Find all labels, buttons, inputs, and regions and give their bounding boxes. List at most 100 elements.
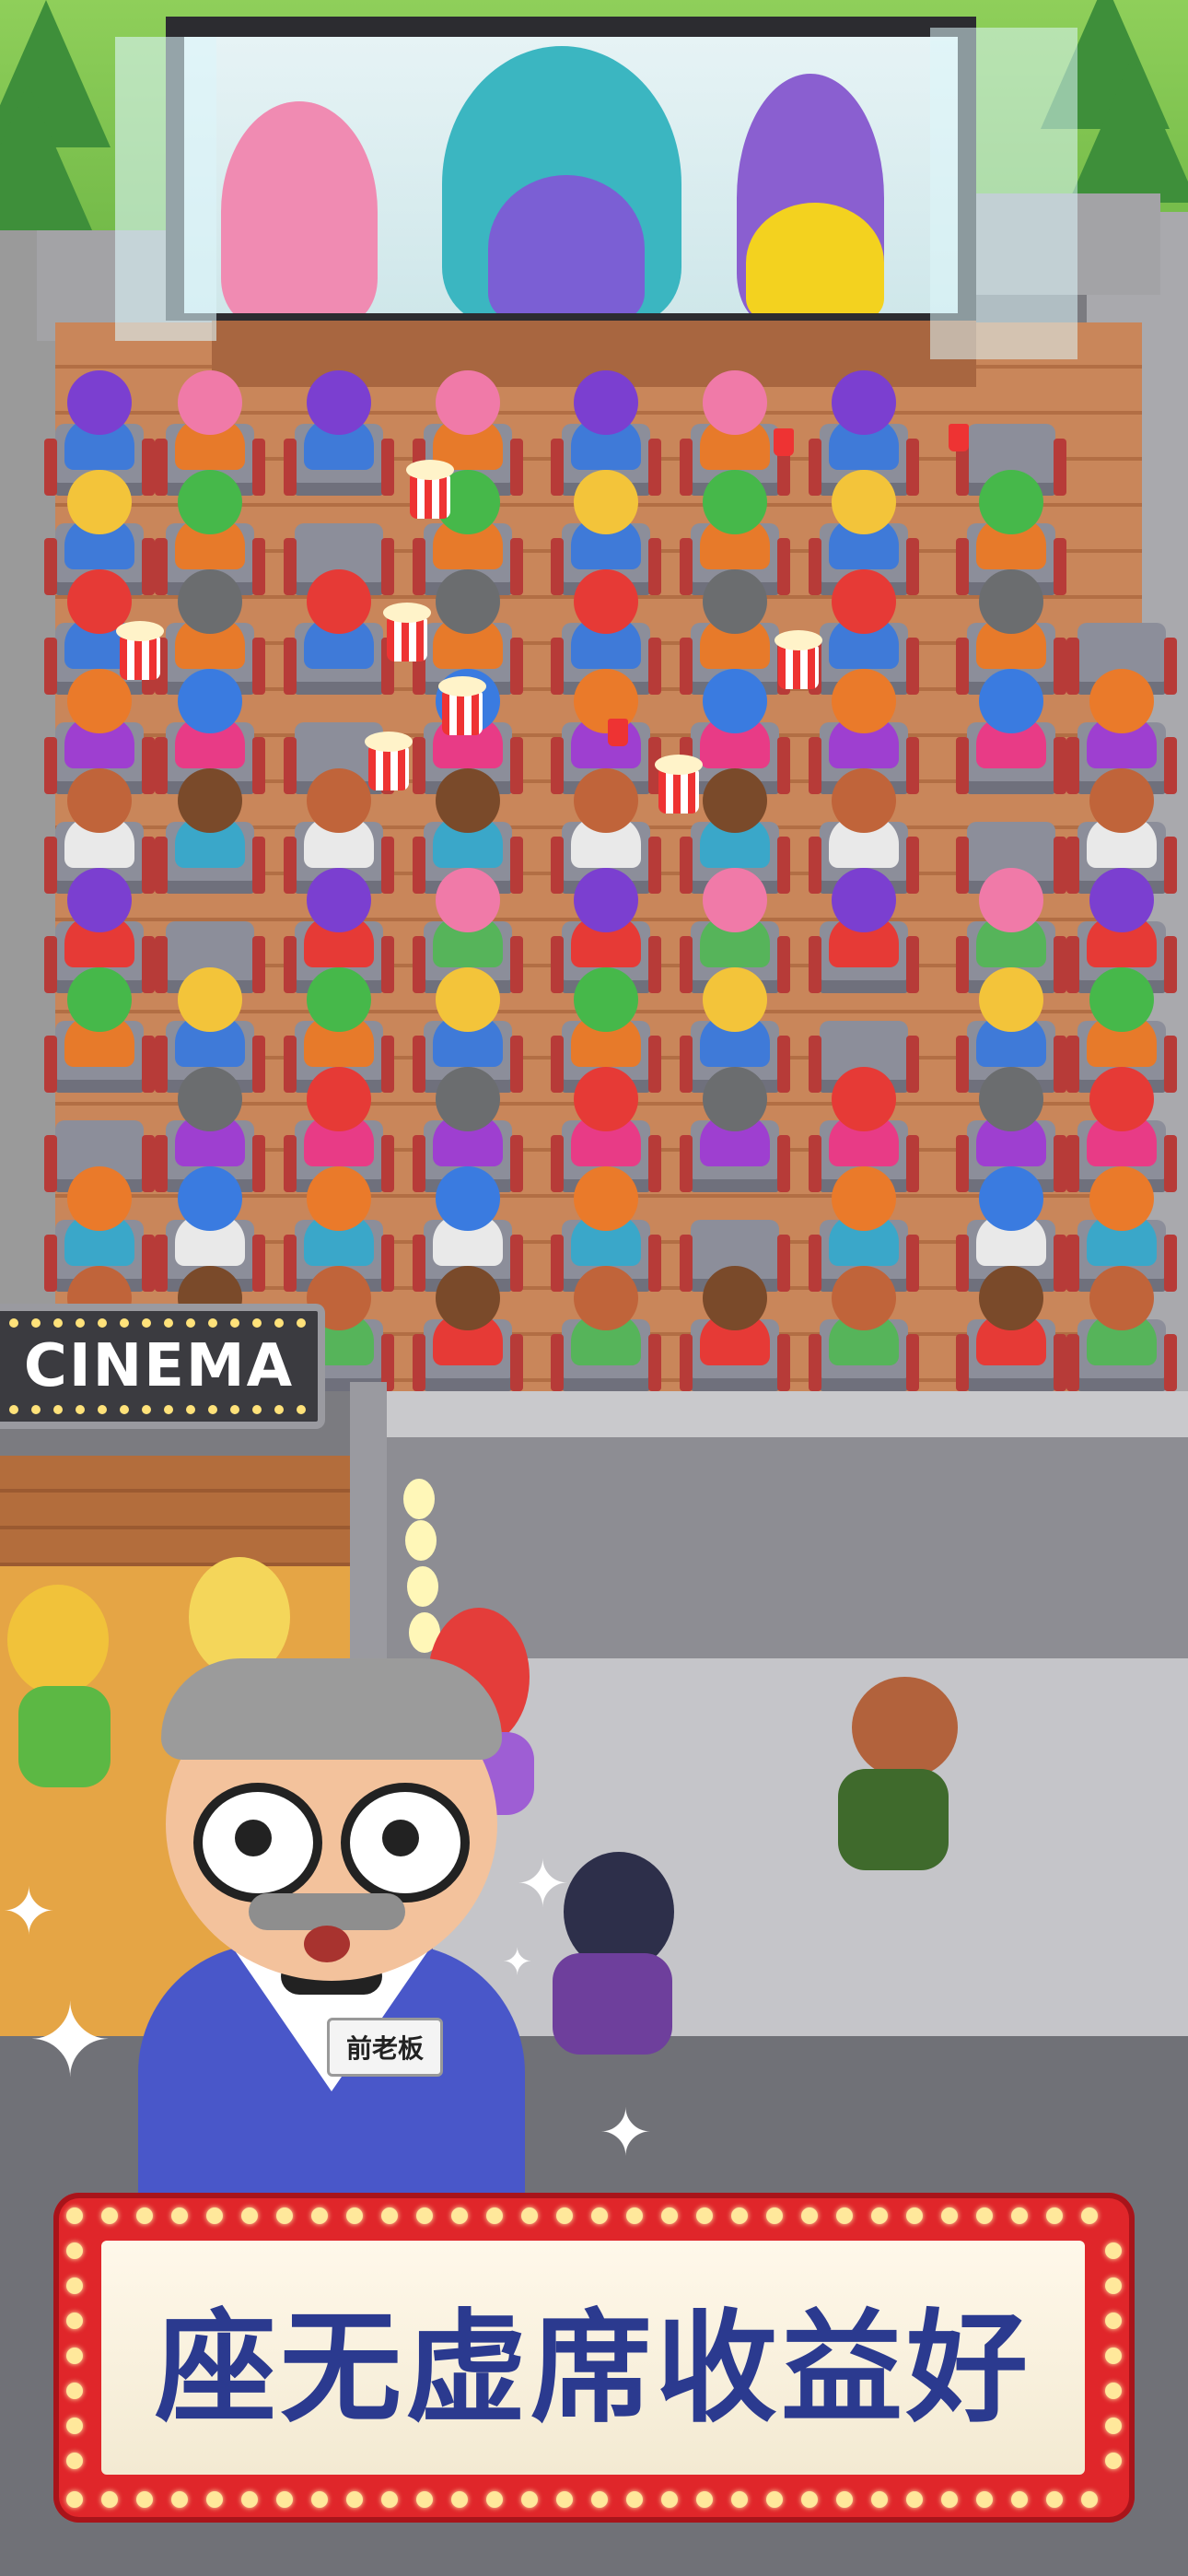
sign-bulb: [31, 1405, 41, 1414]
sparkle-icon: ✦: [2, 1874, 56, 1950]
audience-head: [178, 768, 242, 833]
banner-panel: 座无虚席收益好: [101, 2241, 1085, 2475]
audience-head: [979, 669, 1043, 733]
sign-bulb: [252, 1318, 262, 1328]
lamp-icon: [405, 1520, 437, 1561]
audience-head: [832, 470, 896, 534]
audience-head: [703, 1067, 767, 1131]
audience-head: [307, 1067, 371, 1131]
sign-bulb: [76, 1405, 85, 1414]
audience-head: [1089, 669, 1154, 733]
audience-head: [703, 569, 767, 634]
sparkle-icon: ✦: [516, 1846, 570, 1922]
sign-bulb: [53, 1405, 63, 1414]
lobby-wood-panel: [0, 1456, 387, 1566]
audience-head: [979, 470, 1043, 534]
popcorn-bucket-icon: [438, 676, 486, 735]
sign-bulb: [297, 1405, 306, 1414]
sign-bulb: [120, 1405, 129, 1414]
audience-head: [703, 470, 767, 534]
audience-head: [307, 569, 371, 634]
popcorn-bucket-icon: [383, 603, 431, 662]
banner-slogan: 座无虚席收益好: [155, 2297, 1031, 2440]
sign-bulb: [186, 1405, 195, 1414]
audience-head: [307, 370, 371, 435]
mascot-name-badge: 前老板: [327, 2018, 443, 2077]
sign-bulb: [274, 1405, 284, 1414]
audience-head: [1089, 1166, 1154, 1231]
audience-head: [703, 1266, 767, 1330]
lobby-wall-cap: [368, 1391, 1188, 1437]
visitor-head: [852, 1677, 958, 1778]
sign-bulb: [297, 1318, 306, 1328]
popcorn-bucket-icon: [116, 621, 164, 680]
audience-head: [574, 669, 638, 733]
audience-head: [178, 370, 242, 435]
audience-head: [436, 967, 500, 1032]
audience-head: [703, 868, 767, 932]
audience-head: [436, 1166, 500, 1231]
sign-bulb: [142, 1405, 151, 1414]
audience-head: [832, 370, 896, 435]
mascot-eye: [235, 1820, 272, 1856]
audience-head: [574, 967, 638, 1032]
soda-cup-icon: [949, 424, 969, 451]
audience-head: [436, 569, 500, 634]
audience-head: [979, 1266, 1043, 1330]
audience-head: [307, 768, 371, 833]
lamp-icon: [407, 1566, 438, 1607]
audience-head: [178, 569, 242, 634]
audience-head: [436, 768, 500, 833]
sign-bulb: [208, 1318, 217, 1328]
audience-head: [703, 370, 767, 435]
audience-head: [574, 1067, 638, 1131]
audience-head: [832, 669, 896, 733]
audience-head: [979, 1067, 1043, 1131]
mascot-eye: [382, 1820, 419, 1856]
audience-head: [979, 967, 1043, 1032]
audience-head: [574, 569, 638, 634]
audience-head: [307, 967, 371, 1032]
audience-head: [832, 768, 896, 833]
audience-head: [67, 967, 132, 1032]
popcorn-bucket-icon: [775, 630, 822, 689]
grandpa-mascot: 前老板: [74, 1640, 589, 2220]
sign-bulb: [98, 1318, 107, 1328]
audience-head: [436, 370, 500, 435]
audience-head: [1089, 868, 1154, 932]
sign-post: [350, 1382, 387, 1677]
popcorn-bucket-icon: [365, 732, 413, 790]
audience-head: [703, 967, 767, 1032]
audience-head: [703, 768, 767, 833]
lamp-icon: [403, 1479, 435, 1519]
sign-bulb: [120, 1318, 129, 1328]
audience-head: [436, 1067, 500, 1131]
sign-bulb: [164, 1405, 173, 1414]
audience-head: [574, 1266, 638, 1330]
audience-head: [574, 470, 638, 534]
audience-head: [1089, 1266, 1154, 1330]
sign-bulb: [252, 1405, 262, 1414]
sign-bulb: [98, 1405, 107, 1414]
audience-head: [178, 1067, 242, 1131]
sign-bulb: [230, 1318, 239, 1328]
mascot-mustache: [249, 1893, 405, 1930]
audience-head: [307, 868, 371, 932]
audience-head: [832, 569, 896, 634]
sparkle-icon: ✦: [599, 2095, 653, 2171]
sign-bulb: [230, 1405, 239, 1414]
soda-cup-icon: [774, 428, 794, 456]
audience-head: [67, 470, 132, 534]
audience-head: [67, 1166, 132, 1231]
sign-bulb: [31, 1318, 41, 1328]
sign-bulb: [274, 1318, 284, 1328]
visitor-body: [838, 1769, 949, 1870]
audience-head: [832, 868, 896, 932]
audience-head: [178, 470, 242, 534]
cinema-sign-label: CINEMA: [23, 1332, 295, 1400]
audience-head: [832, 1166, 896, 1231]
audience-head: [1089, 967, 1154, 1032]
audience-head: [832, 1067, 896, 1131]
audience-head: [574, 1166, 638, 1231]
audience-head: [703, 669, 767, 733]
